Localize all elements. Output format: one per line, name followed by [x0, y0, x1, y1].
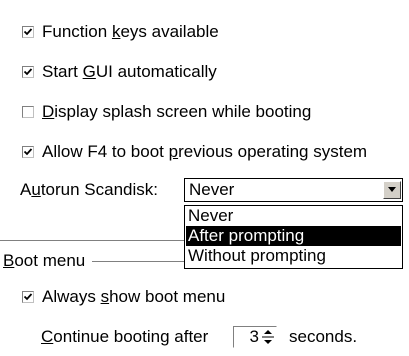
chevron-down-icon [388, 187, 396, 192]
spinner-arrows[interactable] [261, 328, 275, 346]
seconds-spinner[interactable]: 3 [233, 326, 277, 348]
always-show-option[interactable]: Always show boot menu [22, 286, 225, 308]
allow-f4-label: Allow F4 to boot previous operating syst… [42, 142, 368, 161]
function-keys-option[interactable]: Function keys available [22, 21, 219, 43]
splash-screen-option[interactable]: Display splash screen while booting [22, 101, 311, 123]
boot-menu-group-title: Boot menu [3, 251, 86, 270]
checkmark-icon [23, 68, 33, 76]
always-show-checkbox[interactable] [22, 291, 34, 303]
dropdown-option-never[interactable]: Never [186, 206, 401, 226]
group-box-rule [92, 261, 184, 263]
splash-screen-label: Display splash screen while booting [42, 102, 312, 121]
autorun-dropdown-list[interactable]: Never After prompting Without prompting [184, 205, 403, 269]
dropdown-option-without-prompting[interactable]: Without prompting [186, 246, 401, 266]
checkmark-icon [23, 293, 33, 301]
section-separator [0, 240, 184, 242]
dropdown-button[interactable] [383, 181, 401, 199]
splash-screen-checkbox[interactable] [22, 106, 34, 118]
allow-f4-option[interactable]: Allow F4 to boot previous operating syst… [22, 141, 367, 163]
checkmark-icon [23, 28, 33, 36]
start-gui-option[interactable]: Start GUI automatically [22, 61, 217, 83]
up-down-arrows-icon [262, 330, 274, 344]
seconds-label: seconds. [289, 327, 358, 346]
autorun-selected-value: Never [189, 180, 235, 199]
autorun-label: Autorun Scandisk: [20, 180, 158, 199]
allow-f4-checkbox[interactable] [22, 146, 34, 158]
function-keys-checkbox[interactable] [22, 26, 34, 38]
seconds-value[interactable]: 3 [234, 327, 261, 347]
autorun-combobox[interactable]: Never [184, 178, 403, 202]
checkmark-icon [23, 148, 33, 156]
start-gui-checkbox[interactable] [22, 66, 34, 78]
always-show-label: Always show boot menu [42, 287, 226, 306]
dropdown-option-after-prompting[interactable]: After prompting [186, 226, 401, 246]
function-keys-label: Function keys available [42, 22, 219, 41]
start-gui-label: Start GUI automatically [42, 62, 217, 81]
continue-booting-label: Continue booting after [41, 327, 209, 346]
